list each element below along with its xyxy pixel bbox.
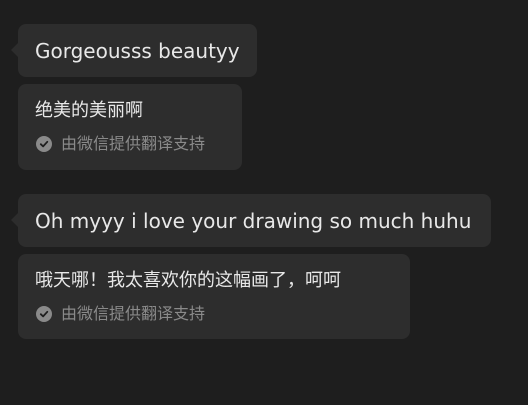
translation-attribution: 由微信提供翻译支持 xyxy=(36,305,205,323)
translation-text: 绝美的美丽啊 xyxy=(35,100,143,121)
message-text: Oh myyy i love your drawing so much huhu xyxy=(35,209,472,233)
message-text: Gorgeousss beautyy xyxy=(35,39,240,63)
translation-bubble[interactable]: 哦天哪！我太喜欢你的这幅画了，呵呵 由微信提供翻译支持 xyxy=(18,254,410,339)
check-circle-icon xyxy=(36,136,52,152)
message-bubble[interactable]: Gorgeousss beautyy xyxy=(11,24,257,77)
translation-bubble[interactable]: 绝美的美丽啊 由微信提供翻译支持 xyxy=(18,84,242,170)
translation-note: 由微信提供翻译支持 xyxy=(61,304,206,323)
translation-attribution: 由微信提供翻译支持 xyxy=(36,135,205,153)
message-bubble[interactable]: Oh myyy i love your drawing so much huhu xyxy=(11,194,491,247)
translation-text: 哦天哪！我太喜欢你的这幅画了，呵呵 xyxy=(35,270,341,291)
check-circle-icon xyxy=(36,306,52,322)
translation-note: 由微信提供翻译支持 xyxy=(61,134,206,153)
